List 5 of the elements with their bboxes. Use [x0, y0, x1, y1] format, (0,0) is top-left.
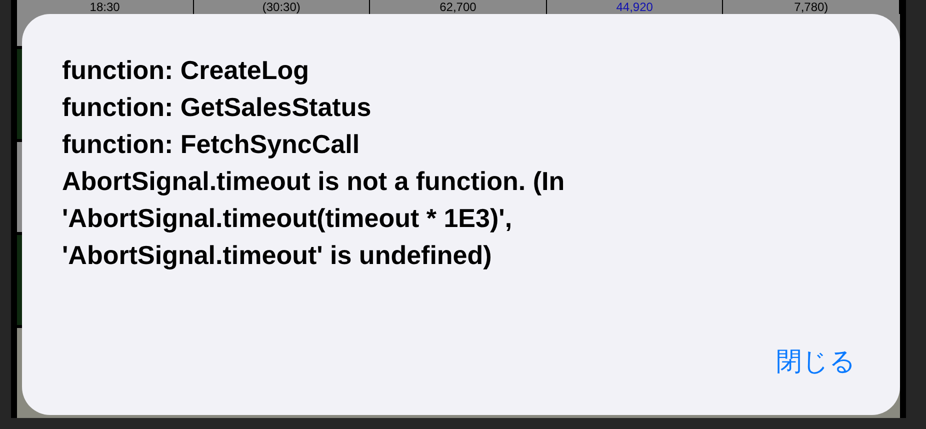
- alert-message: function: GetSalesStatus: [62, 91, 372, 124]
- alert-message: AbortSignal.timeout is not a function. (In 'AbortSignal.timeout(timeout * 1E3)', 'AbortSignal.timeout' is undefined): [62, 165, 566, 272]
- alert-message: function: CreateLog: [62, 54, 310, 87]
- close-button[interactable]: 閉じる: [772, 342, 860, 381]
- alert-message: function: FetchSyncCall: [62, 128, 361, 161]
